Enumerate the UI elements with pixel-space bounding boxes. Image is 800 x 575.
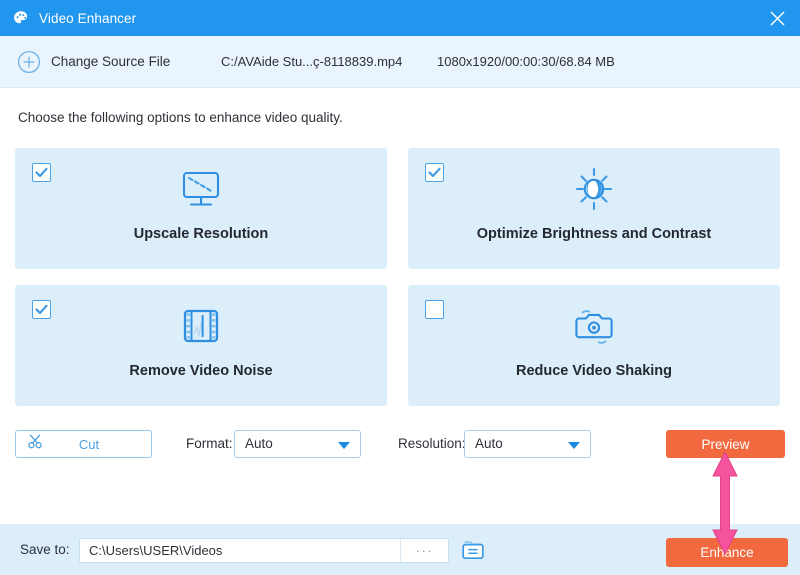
palette-icon — [12, 9, 30, 27]
change-source-file-button[interactable]: Change Source File — [51, 54, 170, 69]
option-label-reduce-shaking: Reduce Video Shaking — [515, 363, 673, 379]
cut-button-label: Cut — [78, 436, 100, 452]
monitor-upscale-icon — [175, 166, 227, 214]
option-label-remove-noise: Remove Video Noise — [129, 363, 273, 379]
sun-brightness-icon — [568, 166, 620, 214]
resolution-select[interactable]: Auto — [464, 430, 591, 458]
chevron-down-icon — [568, 442, 580, 449]
resolution-value: Auto — [475, 436, 503, 451]
window-title: Video Enhancer — [39, 10, 137, 26]
camera-shake-icon — [568, 303, 620, 351]
format-select[interactable]: Auto — [234, 430, 361, 458]
instruction-text: Choose the following options to enhance … — [18, 110, 343, 125]
save-path-input[interactable]: C:\Users\USER\Videos ··· — [79, 538, 449, 563]
format-label: Format: — [186, 436, 233, 451]
source-file-meta: 1080x1920/00:00:30/68.84 MB — [437, 54, 615, 69]
option-label-optimize-brightness: Optimize Brightness and Contrast — [476, 226, 712, 242]
option-card-optimize-brightness[interactable]: Optimize Brightness and Contrast — [408, 148, 780, 269]
source-bar: Change Source File C:/AVAide Stu...ç-811… — [0, 36, 800, 88]
option-card-upscale-resolution[interactable]: Upscale Resolution — [15, 148, 387, 269]
option-label-upscale-resolution: Upscale Resolution — [133, 226, 269, 242]
preview-button[interactable]: Preview — [666, 430, 785, 458]
open-folder-icon[interactable] — [460, 539, 486, 562]
save-to-label: Save to: — [20, 542, 70, 557]
browse-button[interactable]: ··· — [400, 539, 448, 562]
save-path-value: C:\Users\USER\Videos — [89, 543, 223, 558]
source-file-path: C:/AVAide Stu...ç-8118839.mp4 — [221, 54, 403, 69]
title-bar: Video Enhancer — [0, 0, 800, 36]
close-icon[interactable] — [754, 0, 800, 36]
film-strip-icon — [175, 303, 227, 351]
checkbox-remove-noise[interactable] — [32, 300, 51, 319]
checkbox-reduce-shaking[interactable] — [425, 300, 444, 319]
checkbox-optimize-brightness[interactable] — [425, 163, 444, 182]
option-card-remove-noise[interactable]: Remove Video Noise — [15, 285, 387, 406]
plus-circle-icon[interactable] — [17, 50, 41, 74]
checkbox-upscale-resolution[interactable] — [32, 163, 51, 182]
format-value: Auto — [245, 436, 273, 451]
enhance-button[interactable]: Enhance — [666, 538, 788, 567]
video-enhancer-window: Video Enhancer Change Source File C:/AVA… — [0, 0, 800, 575]
scissors-icon — [16, 434, 45, 454]
cut-button[interactable]: Cut — [15, 430, 152, 458]
chevron-down-icon — [338, 442, 350, 449]
resolution-label: Resolution: — [398, 436, 466, 451]
option-card-reduce-shaking[interactable]: Reduce Video Shaking — [408, 285, 780, 406]
